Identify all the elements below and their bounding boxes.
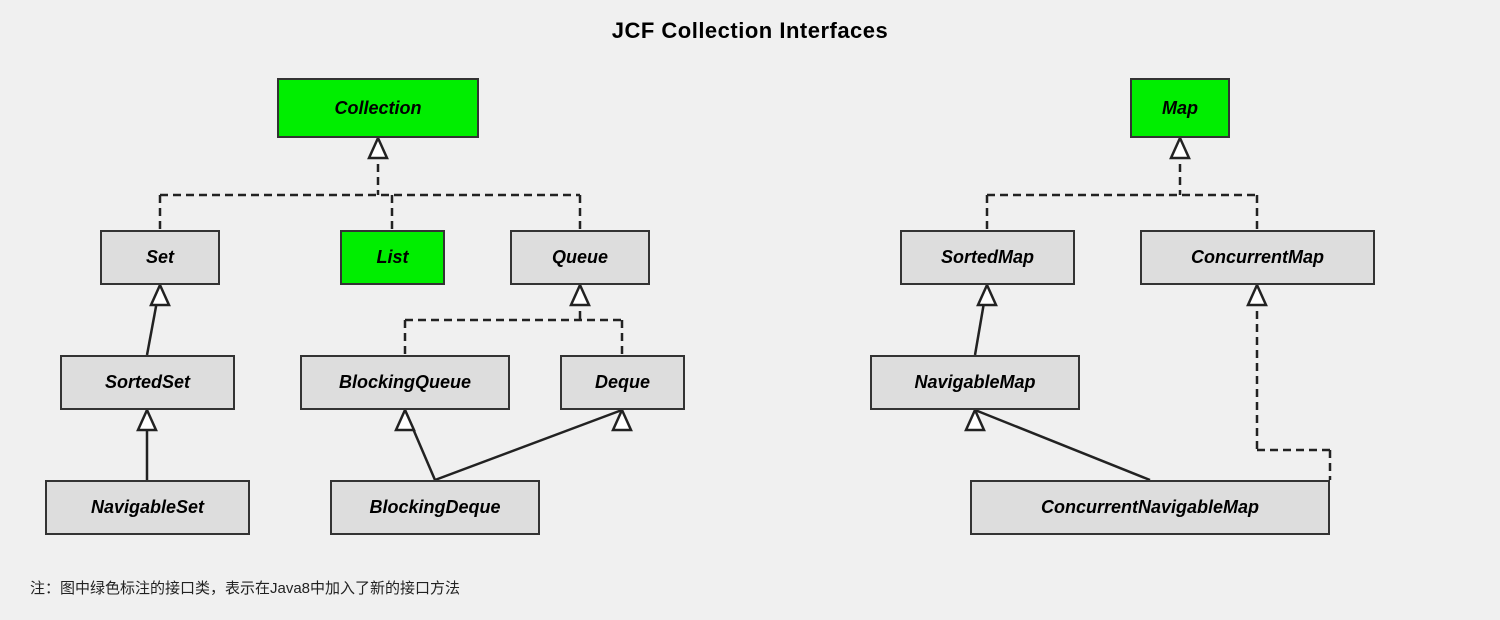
node-map: Map [1130,78,1230,138]
node-navigableset: NavigableSet [45,480,250,535]
node-blockingqueue: BlockingQueue [300,355,510,410]
diagram-container: JCF Collection Interfaces [0,0,1500,620]
node-set: Set [100,230,220,285]
node-list: List [340,230,445,285]
node-sortedset: SortedSet [60,355,235,410]
node-navigablemap: NavigableMap [870,355,1080,410]
node-queue: Queue [510,230,650,285]
node-sortedmap: SortedMap [900,230,1075,285]
node-deque: Deque [560,355,685,410]
node-concurrentmap: ConcurrentMap [1140,230,1375,285]
node-concurrentnavigablemap: ConcurrentNavigableMap [970,480,1330,535]
node-collection: Collection [277,78,479,138]
node-blockingdeque: BlockingDeque [330,480,540,535]
note: 注：图中绿色标注的接口类，表示在Java8中加入了新的接口方法 [30,577,460,598]
page-title: JCF Collection Interfaces [0,0,1500,44]
